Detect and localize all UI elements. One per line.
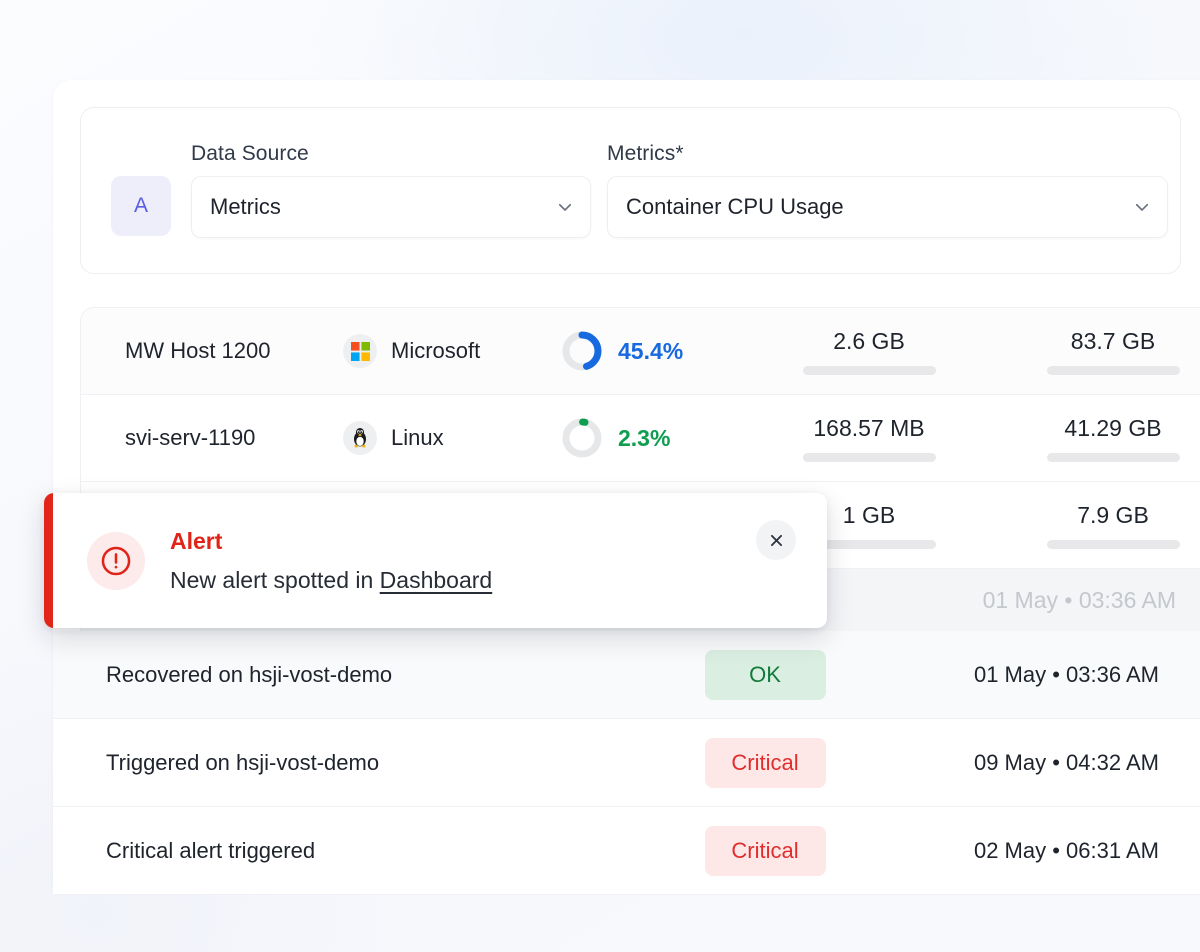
host-name: MW Host 1200 — [125, 338, 271, 363]
toast-message: New alert spotted in Dashboard — [170, 567, 756, 594]
memory-progress-bar — [802, 365, 936, 375]
memory-progress-bar — [802, 452, 936, 462]
host-os-label: Microsoft — [391, 338, 481, 363]
alerts-list: Recovered on hsji-vost-demo OK 01 May • … — [53, 631, 1200, 895]
table-row[interactable]: svi-serv-1190 Linux 2.3% 168.57 MB 41.29… — [81, 395, 1200, 482]
alert-timestamp: 09 May • 04:32 AM — [973, 749, 1159, 775]
status-badge: Critical — [704, 737, 826, 788]
cpu-percent: 2.3% — [618, 424, 671, 451]
memory-value: 168.57 MB — [813, 414, 925, 441]
metrics-select[interactable]: Container CPU Usage — [607, 176, 1168, 238]
storage-progress-bar — [1046, 365, 1180, 375]
alert-toast: Alert New alert spotted in Dashboard — [44, 493, 827, 628]
host-storage: 41.29 GB — [991, 415, 1200, 462]
list-item[interactable]: Recovered on hsji-vost-demo OK 01 May • … — [53, 631, 1200, 719]
host-storage: 7.9 GB — [991, 502, 1200, 549]
microsoft-icon — [343, 334, 377, 368]
list-item[interactable]: Triggered on hsji-vost-demo Critical 09 … — [53, 719, 1200, 807]
host-storage: 83.7 GB — [991, 328, 1200, 375]
host-memory: 168.57 MB — [747, 415, 991, 462]
linux-tux-icon — [343, 421, 377, 455]
close-icon[interactable] — [756, 520, 796, 560]
host-os: Microsoft — [343, 334, 553, 368]
data-source-select[interactable]: Metrics — [191, 176, 591, 238]
storage-progress-bar — [1046, 452, 1180, 462]
host-name: svi-serv-1190 — [125, 425, 256, 450]
query-builder-panel: Data Source Metrics* A Metrics Container… — [80, 107, 1181, 274]
data-source-value: Metrics — [210, 194, 281, 219]
metrics-label: Metrics* — [607, 142, 684, 165]
list-item[interactable]: Critical alert triggered Critical 02 May… — [53, 807, 1200, 895]
status-badge: OK — [704, 649, 826, 700]
storage-value: 41.29 GB — [1064, 414, 1162, 441]
cpu-gauge-icon — [559, 415, 605, 461]
toast-message-prefix: New alert spotted in — [170, 566, 380, 593]
host-cpu: 45.4% — [553, 328, 747, 374]
alert-circle-icon — [87, 531, 145, 590]
chevron-down-icon — [556, 198, 574, 216]
status-badge: Critical — [704, 825, 826, 876]
host-os-label: Linux — [391, 425, 444, 450]
toast-body: Alert New alert spotted in Dashboard — [170, 528, 756, 594]
host-os: Linux — [343, 421, 553, 455]
query-letter-badge: A — [111, 176, 171, 236]
data-source-label: Data Source — [191, 142, 309, 165]
alert-title: Critical alert triggered — [106, 837, 316, 863]
alert-status: Critical — [630, 825, 900, 876]
toast-title: Alert — [170, 527, 223, 554]
storage-value: 83.7 GB — [1070, 327, 1156, 354]
alert-title: Recovered on hsji-vost-demo — [106, 661, 393, 687]
alert-status: OK — [630, 649, 900, 700]
toast-dashboard-link[interactable]: Dashboard — [380, 567, 493, 593]
cpu-percent: 45.4% — [618, 337, 684, 364]
table-row[interactable]: MW Host 1200 Microsoft 45.4% 2.6 GB 83.7… — [81, 308, 1200, 395]
storage-value: 7.9 GB — [1077, 501, 1149, 528]
alert-status: Critical — [630, 737, 900, 788]
faded-timestamp: 01 May • 03:36 AM — [982, 586, 1176, 613]
memory-value: 2.6 GB — [833, 327, 905, 354]
memory-value: 1 GB — [842, 501, 896, 528]
toast-accent-bar — [44, 493, 53, 628]
metrics-value: Container CPU Usage — [626, 194, 844, 219]
host-memory: 2.6 GB — [747, 328, 991, 375]
alert-timestamp: 02 May • 06:31 AM — [973, 837, 1159, 863]
chevron-down-icon — [1133, 198, 1151, 216]
host-cpu: 2.3% — [553, 415, 747, 461]
storage-progress-bar — [1046, 539, 1180, 549]
alert-timestamp: 01 May • 03:36 AM — [973, 661, 1159, 687]
cpu-gauge-icon — [559, 328, 605, 374]
alert-title: Triggered on hsji-vost-demo — [106, 749, 380, 775]
